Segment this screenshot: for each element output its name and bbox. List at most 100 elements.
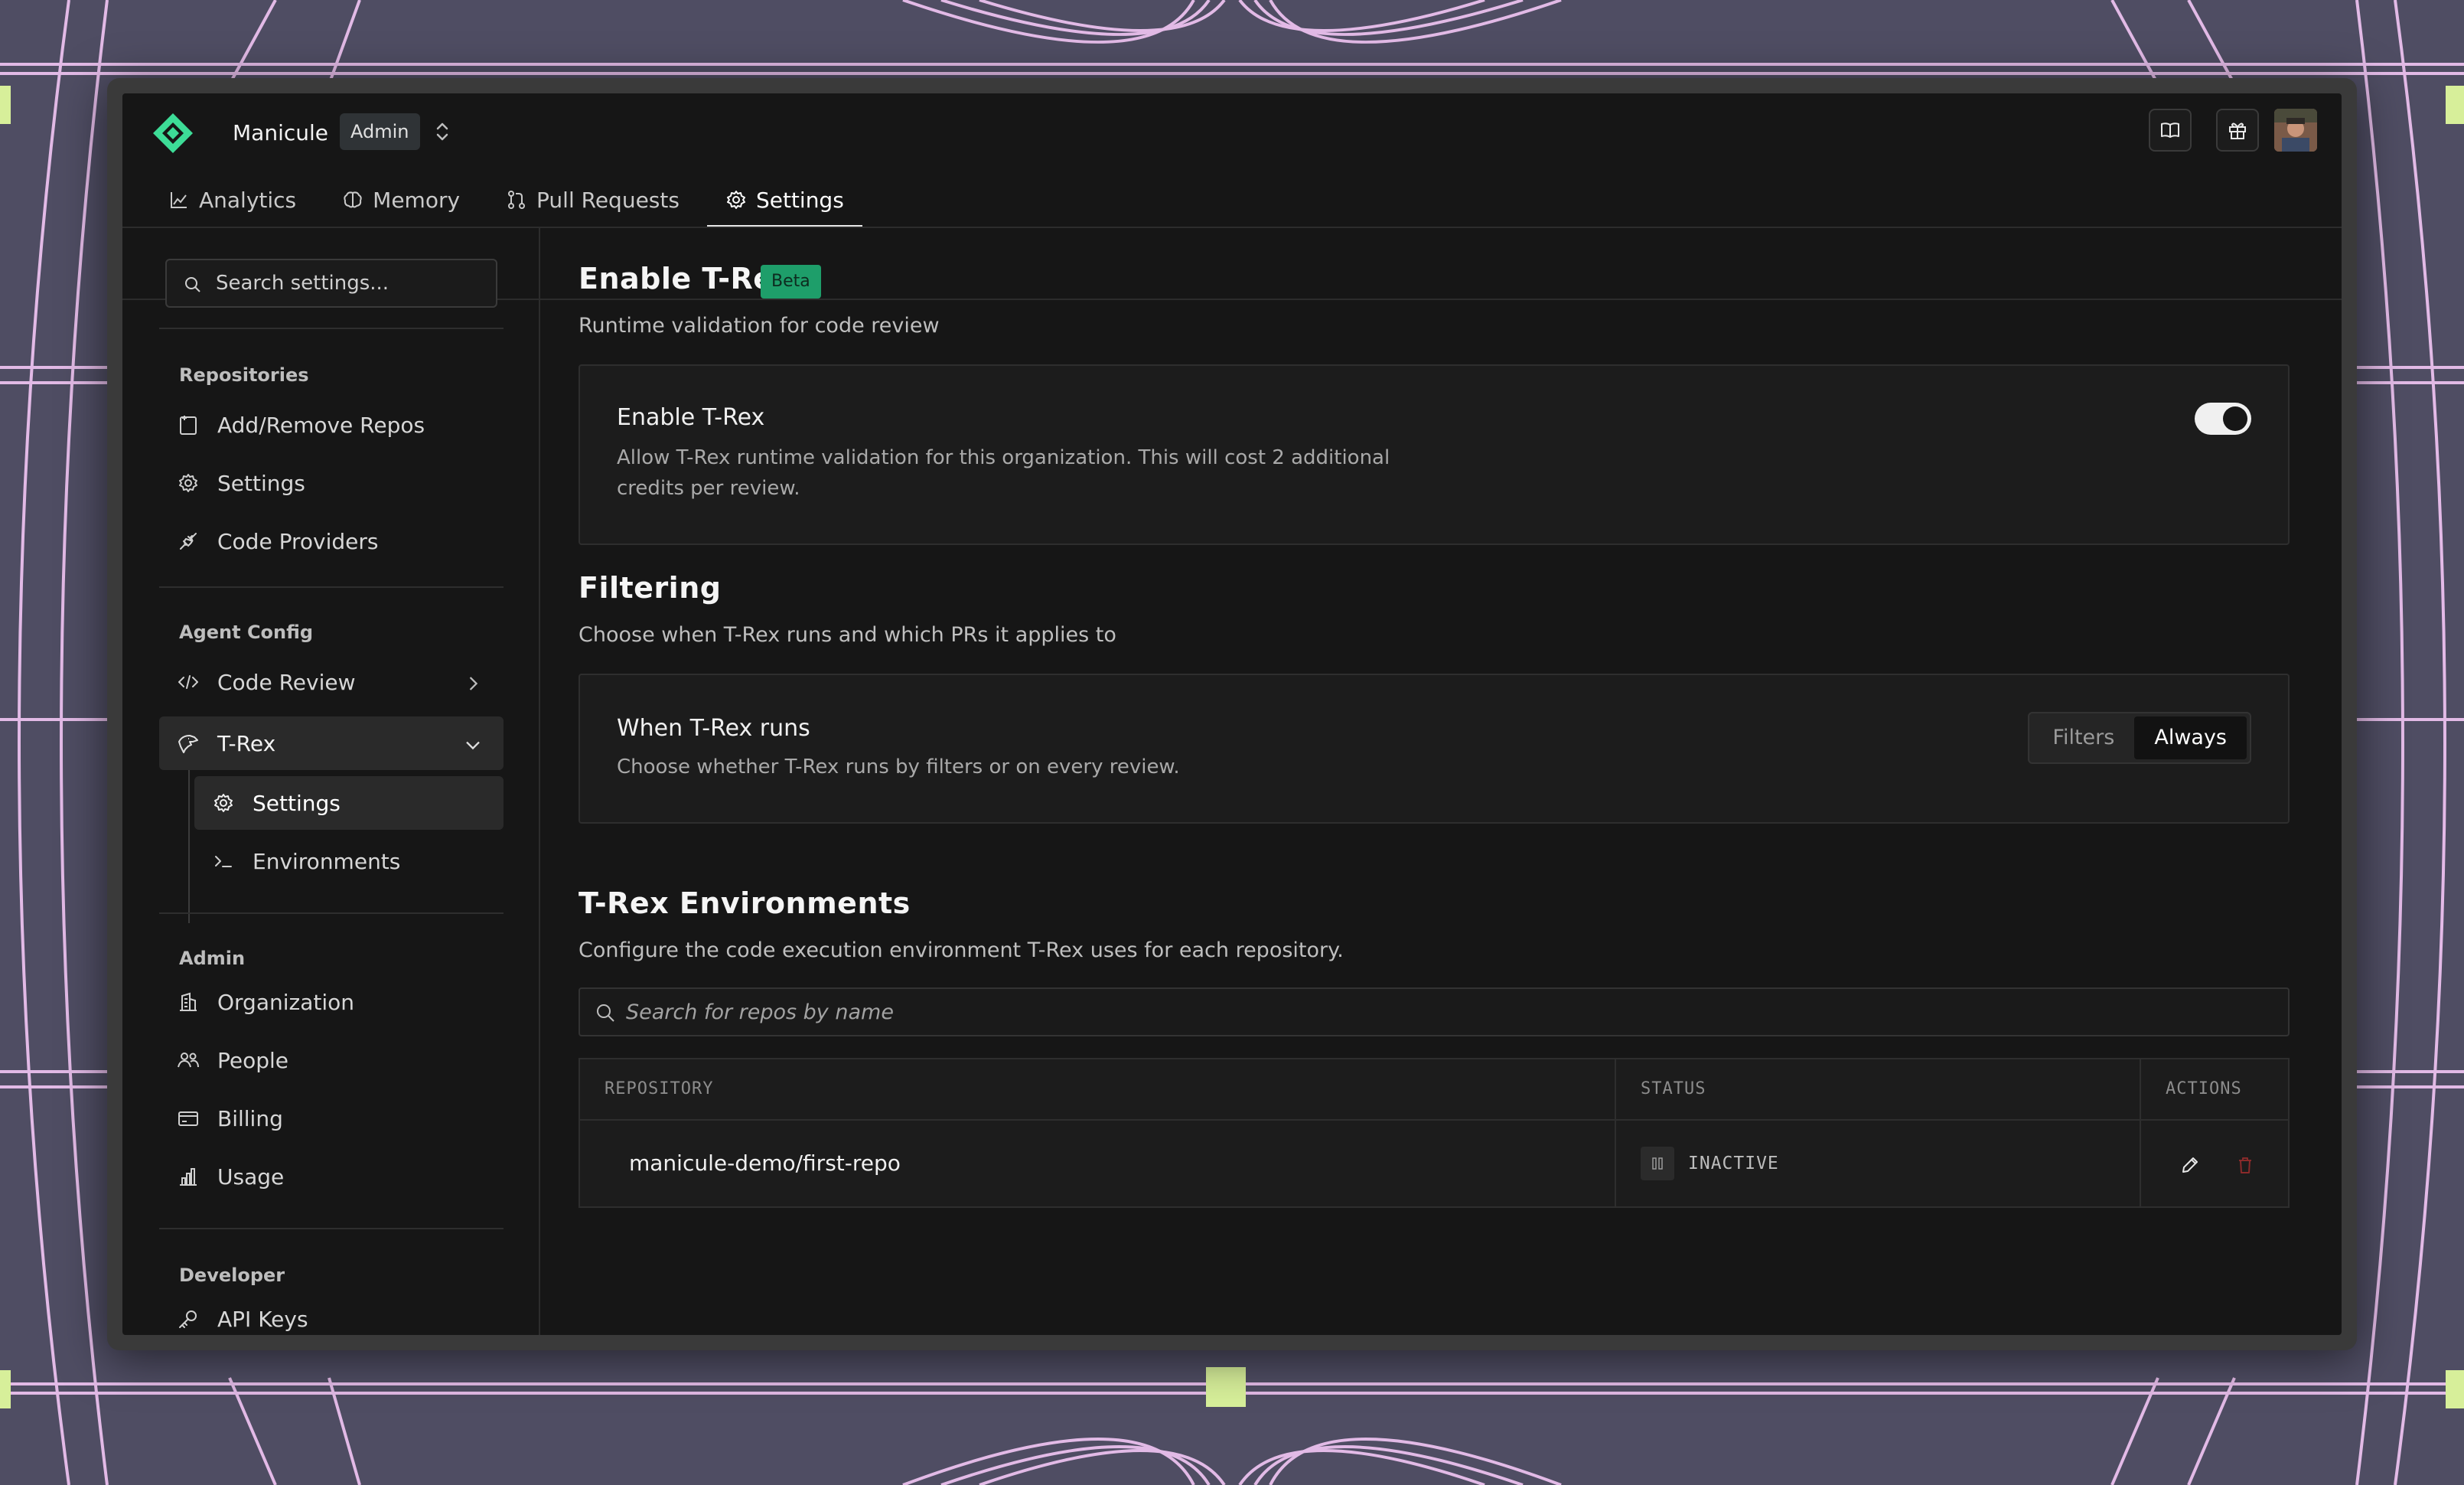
repo-search-input[interactable]: [626, 989, 2233, 1035]
sidebar-item-usage[interactable]: Usage: [159, 1150, 504, 1203]
run-mode-option-filters[interactable]: Filters: [2032, 716, 2134, 759]
sidebar-item-label: Code Providers: [217, 528, 379, 554]
gear-icon: [214, 794, 233, 812]
sidebar-item-add-remove-repos[interactable]: Add/Remove Repos: [159, 398, 504, 452]
sidebar-item-code-providers[interactable]: Code Providers: [159, 514, 504, 568]
column-divider: [2140, 1059, 2141, 1206]
sidebar-divider: [159, 1228, 504, 1229]
gear-icon: [726, 191, 745, 209]
sidebar-item-trex-settings[interactable]: Settings: [194, 776, 504, 830]
enable-trex-toggle[interactable]: [2195, 403, 2251, 435]
sidebar-item-billing[interactable]: Billing: [159, 1092, 504, 1145]
tab-analytics[interactable]: Analytics: [150, 173, 315, 227]
sidebar-item-label: API Keys: [217, 1306, 308, 1332]
status-text: INACTIVE: [1688, 1154, 1779, 1173]
tab-label: Pull Requests: [536, 187, 680, 213]
sidebar-divider: [159, 586, 504, 588]
chevron-down-icon: [466, 741, 480, 750]
sidebar-item-label: Settings: [253, 790, 341, 816]
tab-settings[interactable]: Settings: [706, 173, 862, 228]
sidebar-item-trex[interactable]: T-Rex: [159, 716, 504, 770]
settings-search-input[interactable]: [216, 260, 491, 306]
filtering-card: When T-Rex runs Choose whether T-Rex run…: [579, 674, 2290, 824]
sidebar-item-label: Billing: [217, 1105, 283, 1131]
tree-line: [188, 770, 190, 923]
sidebar-item-label: Environments: [253, 848, 401, 874]
plug-icon: [180, 533, 197, 550]
section-title-developer: Developer: [179, 1265, 285, 1286]
user-avatar[interactable]: [2274, 109, 2317, 152]
sidebar-item-api-keys[interactable]: API Keys: [159, 1292, 504, 1335]
section-title-repositories: Repositories: [179, 364, 309, 386]
gift-icon: [2229, 122, 2246, 139]
delete-button[interactable]: [2231, 1151, 2259, 1179]
edit-button[interactable]: [2176, 1151, 2204, 1179]
trash-icon: [2239, 1157, 2251, 1173]
section-subtitle-filtering: Choose when T-Rex runs and which PRs it …: [579, 623, 1116, 647]
section-subtitle-environments: Configure the code execution environment…: [579, 938, 1344, 962]
bar-chart-icon: [180, 1168, 197, 1186]
sidebar-item-trex-environments[interactable]: Environments: [194, 834, 504, 888]
status-cell: INACTIVE: [1641, 1121, 1779, 1206]
tab-label: Memory: [373, 187, 461, 213]
pencil-icon: [2182, 1157, 2198, 1173]
sidebar-item-repo-settings[interactable]: Settings: [159, 456, 504, 510]
repo-search[interactable]: [579, 987, 2290, 1036]
run-mode-segmented-control: Filters Always: [2028, 712, 2251, 764]
search-icon: [185, 277, 200, 292]
search-icon: [597, 1004, 614, 1022]
card-title-filtering: When T-Rex runs: [617, 715, 810, 742]
settings-content: Enable T-Rex Beta Runtime validation for…: [542, 228, 2342, 1335]
section-heading-filtering: Filtering: [579, 571, 722, 605]
enable-card: Enable T-Rex Allow T-Rex runtime validat…: [579, 364, 2290, 545]
main-tabs: Analytics Memory Pull Requests Settings: [150, 173, 862, 228]
card-desc-enable: Allow T-Rex runtime validation for this …: [617, 446, 1390, 500]
org-name[interactable]: Manicule: [233, 115, 328, 152]
section-title-admin: Admin: [179, 948, 246, 969]
tab-label: Analytics: [199, 187, 297, 213]
tab-pull-requests[interactable]: Pull Requests: [487, 173, 698, 227]
run-mode-option-always[interactable]: Always: [2134, 716, 2247, 759]
beta-badge: Beta: [761, 265, 821, 299]
toggle-knob: [2223, 406, 2247, 431]
card-title-enable: Enable T-Rex: [617, 404, 765, 431]
role-badge: Admin: [340, 113, 420, 150]
chevron-up-down-icon[interactable]: [427, 116, 458, 147]
sidebar-divider: [159, 328, 504, 329]
gear-icon: [179, 474, 197, 492]
tab-label: Settings: [755, 187, 844, 213]
sidebar-item-label: Code Review: [217, 669, 356, 695]
sidebar-item-people[interactable]: People: [159, 1033, 504, 1087]
app-frame: Manicule Admin Analytics Memory Pull Req…: [122, 93, 2342, 1335]
brain-icon: [344, 191, 362, 208]
settings-search[interactable]: [165, 259, 497, 308]
sidebar-item-code-review[interactable]: Code Review: [159, 655, 504, 709]
code-icon: [178, 675, 198, 689]
credit-card-icon: [178, 1111, 198, 1126]
key-icon: [179, 1310, 197, 1328]
pause-icon: [1641, 1147, 1674, 1180]
people-icon: [178, 1053, 199, 1068]
tab-memory[interactable]: Memory: [324, 173, 478, 227]
terminal-icon: [215, 856, 232, 867]
column-header-repository: REPOSITORY: [605, 1079, 714, 1098]
repo-name-cell: manicule-demo/first-repo: [629, 1150, 901, 1176]
docs-button[interactable]: [2149, 109, 2192, 152]
sidebar-item-label: T-Rex: [217, 730, 276, 756]
repo-add-icon: [180, 416, 197, 435]
column-divider: [1615, 1059, 1616, 1206]
logo-icon[interactable]: [150, 110, 196, 156]
chevron-right-icon: [469, 677, 478, 690]
chart-icon: [171, 192, 187, 208]
environments-table: REPOSITORY STATUS ACTIONS manicule-demo/…: [579, 1058, 2290, 1208]
sidebar-divider: [159, 912, 504, 914]
settings-sidebar: Repositories Add/Remove Repos Settings C…: [122, 228, 540, 1335]
sidebar-item-label: Add/Remove Repos: [217, 412, 425, 438]
sidebar-item-label: Usage: [217, 1164, 285, 1190]
app-window: Manicule Admin Analytics Memory Pull Req…: [107, 78, 2357, 1350]
sidebar-item-label: Organization: [217, 989, 355, 1015]
column-header-actions: ACTIONS: [2166, 1079, 2242, 1098]
section-title-agent-config: Agent Config: [179, 622, 314, 643]
sidebar-item-organization[interactable]: Organization: [159, 975, 504, 1029]
gift-button[interactable]: [2216, 109, 2259, 152]
